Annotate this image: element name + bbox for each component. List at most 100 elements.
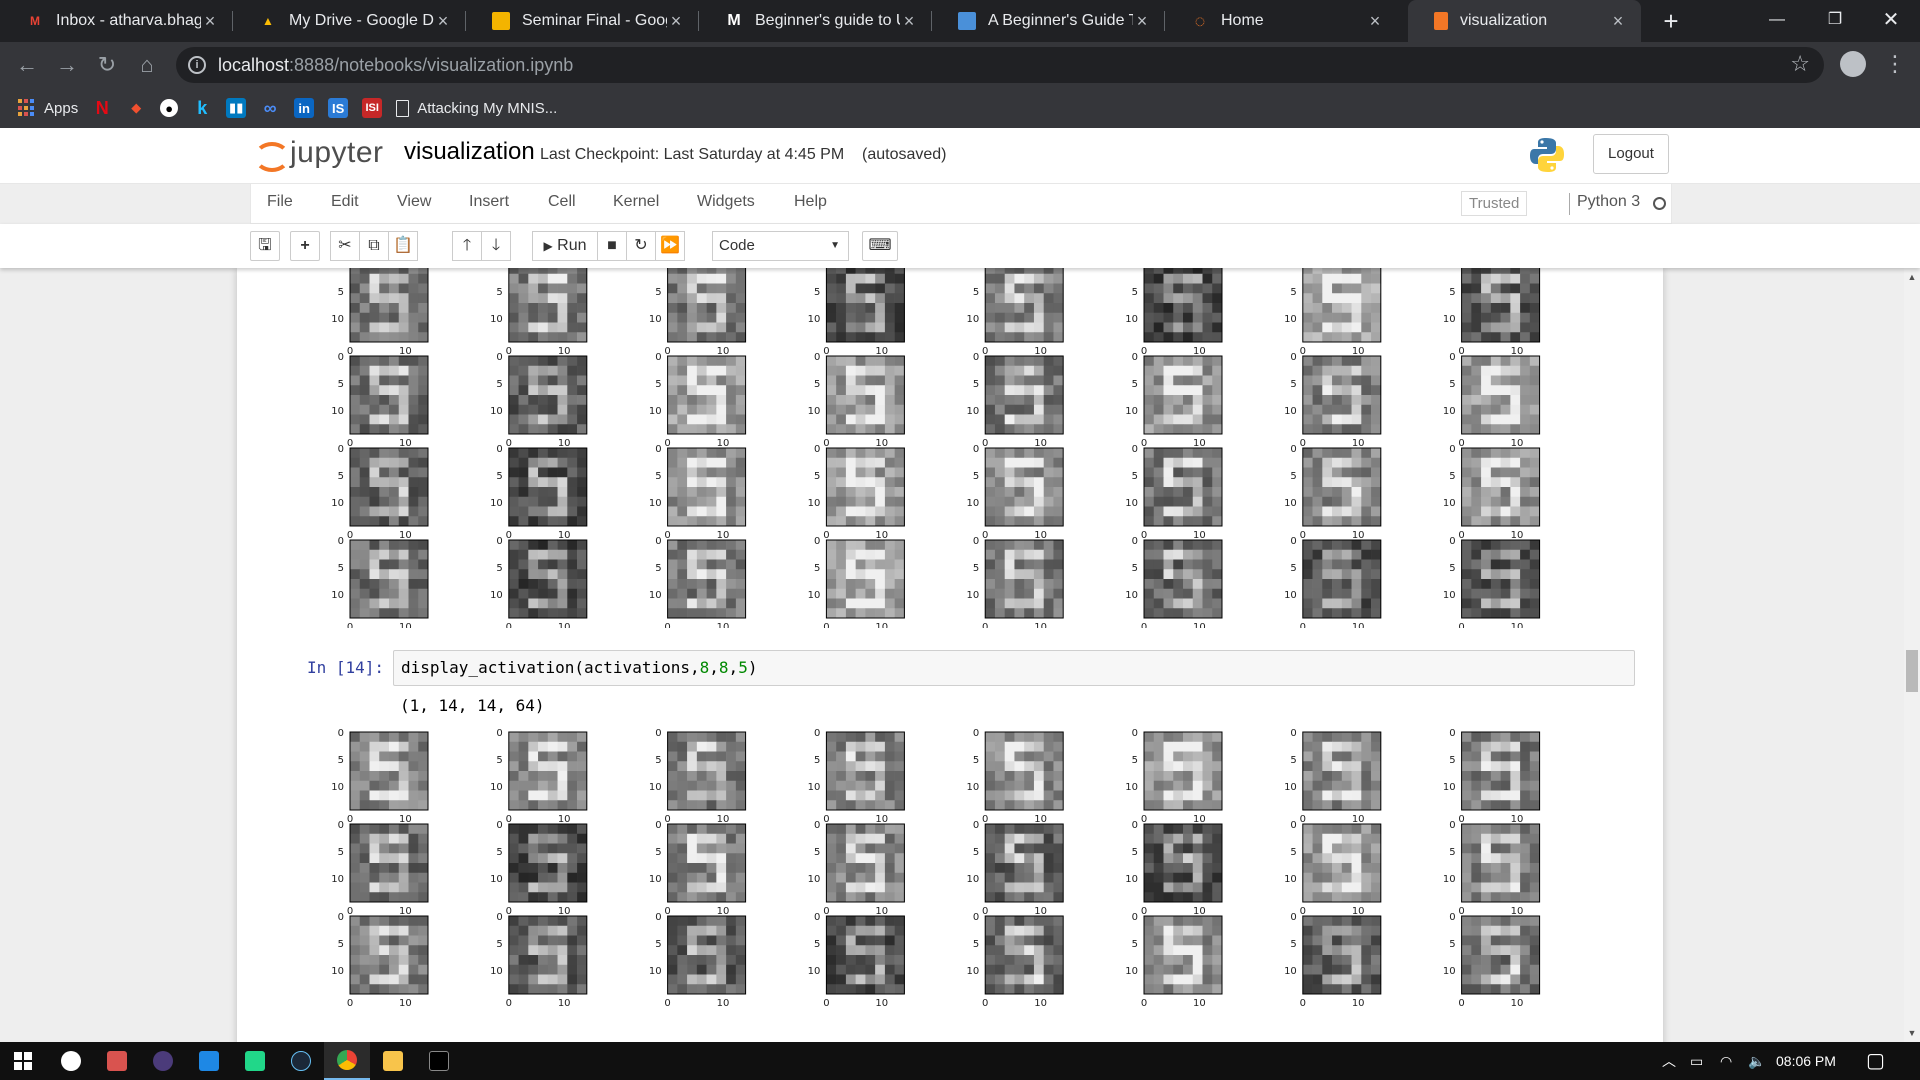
bookmark-is[interactable]: IS — [328, 98, 349, 118]
python-logo-icon — [1530, 138, 1564, 172]
browser-tab-drive[interactable]: ▲ My Drive - Google Drive × — [233, 0, 466, 42]
new-tab-button[interactable]: + — [1656, 6, 1686, 36]
axis-tick-label: 0 — [664, 346, 670, 357]
activation-map: 0 5 10 0 10 — [331, 728, 429, 825]
restart-icon[interactable]: ↻ — [626, 231, 656, 261]
browser-tab-guide[interactable]: A Beginner's Guide To × — [932, 0, 1165, 42]
scroll-thumb[interactable] — [1906, 650, 1918, 692]
windows-start-icon[interactable] — [0, 1042, 46, 1080]
window-close-icon[interactable]: ✕ — [1862, 0, 1920, 42]
axis-tick-label: 0 — [1141, 438, 1147, 449]
page-scrollbar[interactable]: ▲ ▼ — [1904, 268, 1920, 1042]
address-bar[interactable]: i localhost:8888/notebooks/visualization… — [176, 47, 1824, 83]
cut-icon[interactable]: ✂ — [330, 231, 360, 261]
site-info-icon[interactable]: i — [188, 56, 206, 74]
menu-kernel[interactable]: Kernel — [613, 193, 659, 211]
pycharm-icon[interactable] — [232, 1042, 278, 1080]
reload-icon[interactable]: ↻ — [92, 50, 122, 80]
close-icon[interactable]: × — [900, 11, 918, 32]
file-explorer-icon[interactable] — [370, 1042, 416, 1080]
axis-tick-label: 10 — [808, 314, 821, 325]
chrome-taskbar-icon[interactable] — [324, 1042, 370, 1080]
keyboard-icon[interactable]: ⌨ — [862, 231, 898, 261]
close-icon[interactable]: × — [1609, 11, 1627, 32]
axis-tick-label: 10 — [649, 782, 662, 793]
battery-icon[interactable]: ▭ — [1690, 1042, 1703, 1080]
bookmark-infinity[interactable]: ∞ — [260, 98, 280, 118]
browser-tab-slides[interactable]: Seminar Final - Google Slides × — [466, 0, 699, 42]
notebook-name[interactable]: visualization — [404, 138, 535, 166]
wifi-icon[interactable]: ◠ — [1720, 1042, 1732, 1080]
restore-icon[interactable]: ❐ — [1806, 0, 1864, 42]
bookmark-kaggle[interactable]: k — [192, 98, 212, 118]
bookmark-trello[interactable]: ▮▮ — [226, 98, 247, 118]
axis-tick-label: 0 — [1449, 444, 1455, 455]
bookmark-apps[interactable]: Apps — [18, 99, 78, 117]
bookmark-git[interactable]: ◆ — [126, 98, 146, 118]
steam-icon[interactable] — [278, 1042, 324, 1080]
profile-avatar-icon[interactable] — [1840, 51, 1866, 77]
menu-file[interactable]: File — [267, 193, 293, 211]
bookmark-linkedin[interactable]: in — [294, 98, 315, 118]
browser-tab-home[interactable]: ◌ Home × — [1165, 0, 1398, 42]
tray-chevron-icon[interactable]: ︿ — [1662, 1042, 1676, 1080]
browser-tab-visualization[interactable]: visualization × — [1408, 0, 1641, 42]
home-icon[interactable]: ⌂ — [132, 50, 162, 80]
move-down-icon[interactable]: 🡓 — [481, 231, 511, 261]
media-player-icon[interactable] — [48, 1042, 94, 1080]
close-icon[interactable]: × — [667, 11, 685, 32]
code-cell-input[interactable]: display_activation(activations,8,8,5) — [393, 650, 1635, 686]
menu-edit[interactable]: Edit — [331, 193, 359, 211]
axis-tick-label: 5 — [338, 379, 344, 390]
taskbar-clock[interactable]: 08:06 PM — [1776, 1042, 1836, 1080]
bookmark-netflix[interactable]: N — [92, 98, 112, 118]
move-up-icon[interactable]: 🡑 — [452, 231, 482, 261]
bookmark-isi[interactable]: ISI — [362, 98, 383, 118]
menu-insert[interactable]: Insert — [469, 193, 509, 211]
axis-tick-label: 0 — [1141, 622, 1147, 628]
volume-icon[interactable]: 🔈 — [1748, 1042, 1765, 1080]
chevron-down-icon: ▼ — [830, 240, 840, 251]
scroll-up-icon[interactable]: ▲ — [1904, 272, 1920, 282]
bookmark-attacking-mnist[interactable]: Attacking My MNIS... — [396, 99, 557, 117]
logout-button[interactable]: Logout — [1593, 134, 1669, 174]
notification-icon[interactable]: ▢ — [1866, 1042, 1885, 1080]
menu-widgets[interactable]: Widgets — [697, 193, 755, 211]
run-button[interactable]: ▶︎ Run — [532, 231, 598, 261]
insert-cell-icon[interactable]: + — [290, 231, 320, 261]
close-icon[interactable]: × — [1133, 11, 1151, 32]
cell-type-select[interactable]: Code ▼ — [712, 231, 849, 261]
bookmark-star-icon[interactable]: ☆ — [1790, 51, 1810, 77]
menu-help[interactable]: Help — [794, 193, 827, 211]
back-icon[interactable]: ← — [12, 50, 42, 80]
trusted-indicator[interactable]: Trusted — [1461, 191, 1528, 216]
jupyter-logo[interactable]: jupyter — [252, 134, 384, 172]
browser-tab-strip: M Inbox - atharva.bhagwat × ▲ My Drive -… — [0, 0, 1920, 42]
axis-tick-label: 5 — [1132, 379, 1138, 390]
browser-tab-inbox[interactable]: M Inbox - atharva.bhagwat × — [0, 0, 233, 42]
url-text[interactable]: localhost:8888/notebooks/visualization.i… — [218, 55, 573, 76]
kernel-idle-icon — [1653, 197, 1666, 210]
bookmark-github[interactable]: ● — [160, 99, 179, 117]
close-icon[interactable]: × — [434, 11, 452, 32]
restart-run-all-icon[interactable]: ⏩ — [655, 231, 685, 261]
popcorn-icon[interactable] — [94, 1042, 140, 1080]
menu-cell[interactable]: Cell — [548, 193, 576, 211]
browser-tab-medium[interactable]: M Beginner's guide to Un × — [699, 0, 932, 42]
forward-icon[interactable]: → — [52, 50, 82, 80]
chrome-menu-icon[interactable]: ⋮ — [1884, 50, 1906, 78]
menu-view[interactable]: View — [397, 193, 431, 211]
close-icon[interactable]: × — [1366, 11, 1384, 32]
eclipse-icon[interactable] — [140, 1042, 186, 1080]
close-icon[interactable]: × — [201, 11, 219, 32]
scroll-down-icon[interactable]: ▼ — [1904, 1028, 1920, 1038]
vscode-icon[interactable] — [186, 1042, 232, 1080]
copy-icon[interactable]: ⧉ — [359, 231, 389, 261]
paste-icon[interactable]: 📋 — [388, 231, 418, 261]
terminal-icon[interactable] — [416, 1042, 462, 1080]
axis-tick-label: 5 — [1449, 755, 1455, 766]
interrupt-icon[interactable]: ■ — [597, 231, 627, 261]
save-icon[interactable]: 🖫 — [250, 231, 280, 261]
axis-tick-label: 10 — [490, 874, 503, 885]
minimize-icon[interactable]: — — [1748, 0, 1806, 42]
